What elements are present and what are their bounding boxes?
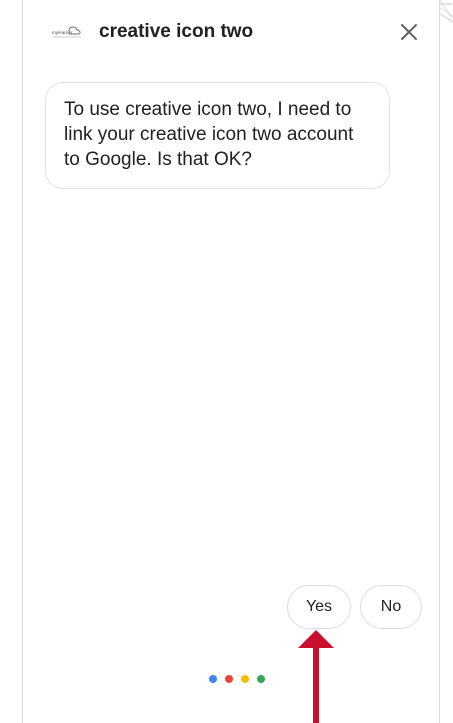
green-dot	[257, 675, 265, 683]
yellow-dot	[241, 675, 249, 683]
close-button[interactable]	[397, 20, 421, 44]
logo-text: mylearner	[52, 30, 73, 35]
app-logo-icon: mylearner	[52, 26, 81, 38]
assistant-panel: mylearner creative icon two To use creat…	[22, 0, 440, 723]
assistant-screen: mylearner creative icon two To use creat…	[0, 0, 453, 723]
assistant-message-text: To use creative icon two, I need to link…	[64, 99, 354, 170]
assistant-message-bubble: To use creative icon two, I need to link…	[45, 82, 390, 189]
close-icon	[401, 24, 417, 40]
blue-dot	[209, 675, 217, 683]
assistant-dots	[209, 675, 265, 685]
no-suggestion-chip[interactable]: No	[360, 585, 422, 629]
header: mylearner creative icon two	[23, 0, 439, 64]
red-dot	[225, 675, 233, 683]
app-title: creative icon two	[99, 21, 254, 42]
yes-suggestion-chip[interactable]: Yes	[287, 585, 351, 629]
